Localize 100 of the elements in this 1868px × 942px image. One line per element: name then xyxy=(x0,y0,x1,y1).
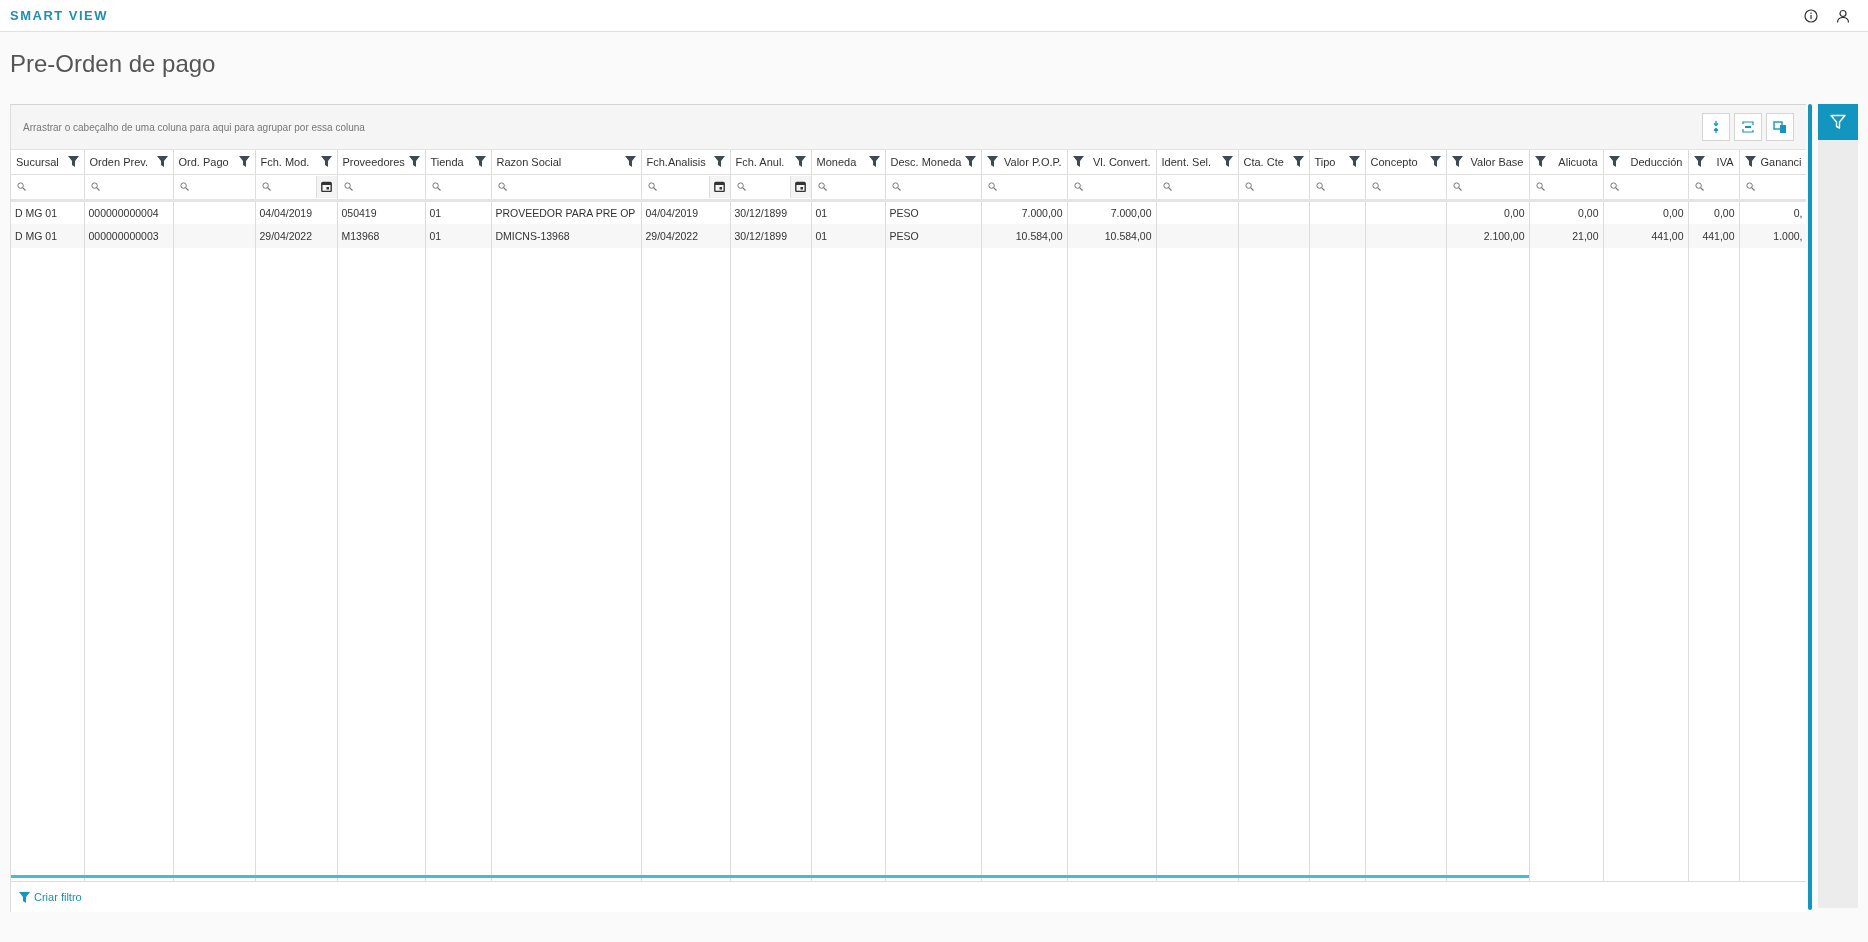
column-header[interactable]: Cta. Cte xyxy=(1238,150,1309,174)
calendar-button[interactable] xyxy=(708,175,729,197)
column-header[interactable]: Concepto xyxy=(1365,150,1446,174)
filter-icon[interactable] xyxy=(67,156,79,168)
filter-field[interactable] xyxy=(1688,174,1739,200)
table-cell: 01 xyxy=(815,230,828,242)
filter-icon[interactable] xyxy=(238,156,250,168)
calendar-icon xyxy=(714,181,725,192)
column-header[interactable]: Razon Social xyxy=(491,150,641,174)
column-header[interactable]: IVA xyxy=(1688,150,1739,174)
column-header[interactable]: Vl. Convert. xyxy=(1067,150,1156,174)
table-cell: 0, xyxy=(1793,206,1803,219)
vertical-scrollbar[interactable] xyxy=(1808,104,1812,910)
column-header[interactable]: Ident. Sel. xyxy=(1156,150,1238,174)
table-cell: PROVEEDOR PARA PRE OP xyxy=(495,206,636,219)
link-label[interactable]: Criar filtro xyxy=(34,891,82,903)
create-filter-link[interactable]: Criar filtro xyxy=(19,891,82,903)
filter-icon[interactable] xyxy=(320,156,332,168)
filter-field[interactable] xyxy=(491,174,641,200)
column-header[interactable]: Alicuota xyxy=(1529,150,1603,174)
table-cell: 000000000004 xyxy=(88,206,159,219)
table-cell: 7.000,00 xyxy=(1021,206,1063,219)
filter-icon[interactable] xyxy=(1608,156,1620,168)
filter-field[interactable] xyxy=(981,174,1067,200)
table-cell: 441,00 xyxy=(1651,230,1684,242)
filter-icon[interactable] xyxy=(408,156,420,168)
column-header[interactable]: Desc. Moneda xyxy=(885,150,981,174)
table-cell: 1.000, xyxy=(1773,230,1803,242)
filter-field[interactable] xyxy=(84,174,173,200)
filter-icon[interactable] xyxy=(1693,156,1705,168)
filter-button[interactable] xyxy=(1818,104,1858,140)
horizontal-scrollbar[interactable] xyxy=(11,875,1529,878)
column-header[interactable]: Moneda xyxy=(811,150,885,174)
columns-button[interactable] xyxy=(1766,113,1794,141)
table-cell: M13968 xyxy=(341,230,380,242)
column-header[interactable]: Valor P.O.P. xyxy=(981,150,1067,174)
filter-icon[interactable] xyxy=(986,156,998,168)
search-icon xyxy=(17,182,26,191)
filter-field[interactable] xyxy=(811,174,885,200)
calendar-button[interactable] xyxy=(789,175,810,197)
filter-icon[interactable] xyxy=(1221,156,1233,168)
column-header[interactable]: Tipo xyxy=(1309,150,1365,174)
column-header[interactable]: Gananci xyxy=(1739,150,1806,174)
filter-field[interactable] xyxy=(1238,174,1309,200)
search-icon xyxy=(431,182,441,191)
filter-icon[interactable] xyxy=(794,156,806,168)
filter-icon xyxy=(1830,114,1846,130)
filter-icon[interactable] xyxy=(1451,156,1463,168)
filter-icon[interactable] xyxy=(1072,156,1084,168)
filter-field[interactable] xyxy=(885,174,981,200)
search-icon xyxy=(1745,182,1755,191)
page-title: Pre-Orden de pago xyxy=(9,49,217,79)
table-cell: 050419 xyxy=(341,206,377,219)
filter-icon[interactable] xyxy=(156,156,168,168)
table-cell: 30/12/1899 xyxy=(734,230,788,242)
expand-button[interactable] xyxy=(1702,113,1730,141)
filter-icon[interactable] xyxy=(1292,156,1304,168)
filter-field[interactable] xyxy=(173,174,255,200)
filter-icon[interactable] xyxy=(1744,156,1756,168)
column-header[interactable]: Orden Prev. xyxy=(84,150,173,174)
filter-field[interactable] xyxy=(641,174,730,200)
column-header[interactable]: Valor Base xyxy=(1446,150,1529,174)
column-header[interactable]: Sucursal xyxy=(11,150,84,174)
group-hint: Arrastrar o cabeçalho de uma coluna para aqui para agrupar por essa coluna xyxy=(23,121,365,133)
filter-icon[interactable] xyxy=(624,156,636,168)
calendar-button[interactable] xyxy=(315,175,336,197)
search-icon xyxy=(1694,182,1704,191)
column-header[interactable]: Proveedores xyxy=(337,150,425,174)
search-icon xyxy=(179,182,189,191)
column-header[interactable]: Ord. Pago xyxy=(173,150,255,174)
table-cell: 04/04/2019 xyxy=(645,206,699,219)
column-header[interactable]: Fch. Mod. xyxy=(255,150,337,174)
filter-icon[interactable] xyxy=(868,156,880,168)
column-header[interactable]: Fch.Analisis xyxy=(641,150,730,174)
filter-field[interactable] xyxy=(255,174,337,200)
filter-field[interactable] xyxy=(1446,174,1529,200)
filter-icon[interactable] xyxy=(713,156,725,168)
filter-field[interactable] xyxy=(730,174,811,200)
filter-icon[interactable] xyxy=(964,156,976,168)
user-icon[interactable] xyxy=(1836,8,1850,23)
table-cell: PESO xyxy=(889,206,919,219)
column-header[interactable]: Deducción xyxy=(1603,150,1688,174)
filter-field[interactable] xyxy=(1603,174,1688,200)
table-cell: 0,00 xyxy=(1578,206,1599,219)
filter-field[interactable] xyxy=(1067,174,1156,200)
search-icon xyxy=(1162,182,1172,191)
filter-icon[interactable] xyxy=(1348,156,1360,168)
filter-field[interactable] xyxy=(11,174,84,200)
column-header[interactable]: Fch. Anul. xyxy=(730,150,811,174)
filter-field[interactable] xyxy=(1309,174,1365,200)
column-header[interactable]: Tienda xyxy=(425,150,491,174)
info-icon[interactable] xyxy=(1804,8,1818,23)
filter-icon[interactable] xyxy=(1429,156,1441,168)
filter-icon[interactable] xyxy=(1534,156,1546,168)
filter-icon[interactable] xyxy=(474,156,486,168)
filter-field[interactable] xyxy=(1365,174,1446,200)
filter-field[interactable] xyxy=(1156,174,1238,200)
filter-field[interactable] xyxy=(425,174,491,200)
filter-field[interactable] xyxy=(1529,174,1603,200)
filter-field[interactable] xyxy=(337,174,425,200)
